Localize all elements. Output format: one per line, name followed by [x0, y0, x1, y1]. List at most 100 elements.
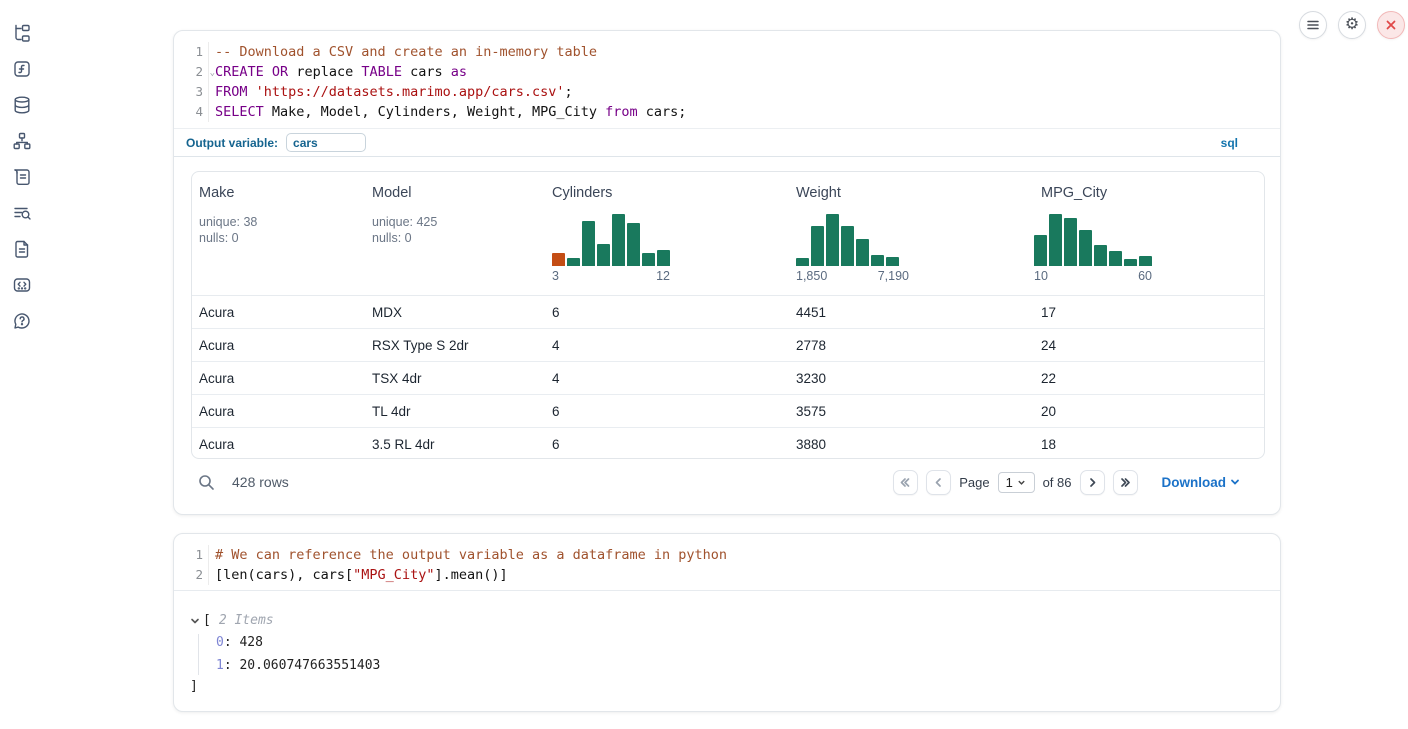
histogram-bar[interactable]: [1109, 251, 1122, 266]
hist-min-label: 10: [1034, 269, 1048, 283]
histogram-bar[interactable]: [567, 258, 580, 266]
last-page-button[interactable]: [1113, 470, 1138, 495]
histogram-bar[interactable]: [657, 250, 670, 266]
code-line[interactable]: 3FROM 'https://datasets.marimo.app/cars.…: [174, 82, 1280, 102]
histogram-bar[interactable]: [627, 223, 640, 266]
table-row[interactable]: AcuraTL 4dr6357520: [192, 395, 1264, 428]
tree-entries: 0: 4281: 20.060747663551403: [190, 632, 1280, 677]
open-bracket: [: [203, 610, 211, 632]
fold-chevron-icon[interactable]: ⌄: [210, 63, 215, 83]
code-line[interactable]: 2⌄CREATE OR replace TABLE cars as: [174, 62, 1280, 82]
gear-icon[interactable]: ⚙: [1338, 11, 1366, 39]
page-select[interactable]: 1: [998, 472, 1035, 493]
database-icon[interactable]: [11, 94, 33, 116]
histogram-bar[interactable]: [826, 214, 839, 266]
output-variable-strip: Output variable: sql: [174, 128, 1280, 157]
histogram-bar[interactable]: [1034, 235, 1047, 266]
histogram-bar[interactable]: [597, 244, 610, 266]
table-footer: 428 rows Page 1 of 86 Download: [191, 463, 1265, 501]
table-cell: 6: [545, 404, 789, 419]
histogram-bar[interactable]: [1064, 218, 1077, 266]
histogram-bar[interactable]: [871, 255, 884, 266]
entry-value: : 20.060747663551403: [224, 658, 381, 673]
histogram-bar[interactable]: [582, 221, 595, 266]
table-row[interactable]: AcuraTSX 4dr4323022: [192, 362, 1264, 395]
row-count: 428 rows: [232, 474, 289, 490]
unique-stat: unique: 425: [372, 214, 541, 230]
download-button[interactable]: Download: [1162, 475, 1241, 490]
table-cell: Acura: [192, 437, 365, 452]
histogram-bar[interactable]: [1094, 245, 1107, 266]
function-square-icon[interactable]: [11, 58, 33, 80]
scroll-icon[interactable]: [11, 166, 33, 188]
histogram-bar[interactable]: [841, 226, 854, 266]
output-variable-label: Output variable:: [186, 136, 278, 150]
histogram-bar[interactable]: [886, 257, 899, 266]
table-cell: 3575: [789, 404, 1034, 419]
file-tree-icon[interactable]: [11, 22, 33, 44]
table-row[interactable]: AcuraMDX6445117: [192, 296, 1264, 329]
histogram-bar[interactable]: [552, 253, 565, 266]
line-number: 4: [174, 102, 208, 122]
output-variable-input[interactable]: [286, 133, 366, 152]
code-text: SELECT Make, Model, Cylinders, Weight, M…: [208, 102, 686, 122]
close-icon[interactable]: [1377, 11, 1405, 39]
table-cell: Acura: [192, 371, 365, 386]
histogram-bar[interactable]: [856, 239, 869, 266]
search-icon[interactable]: [198, 473, 216, 491]
histogram-bar[interactable]: [1049, 214, 1062, 266]
help-icon[interactable]: [11, 310, 33, 332]
chevron-down-icon: [1017, 478, 1026, 487]
list-search-icon[interactable]: [11, 202, 33, 224]
sql-code-editor[interactable]: 1-- Download a CSV and create an in-memo…: [174, 31, 1280, 127]
code-text: # We can reference the output variable a…: [208, 545, 727, 565]
histogram-bar[interactable]: [1139, 256, 1152, 266]
table-cell: 20: [1034, 404, 1264, 419]
column-header-make[interactable]: Make unique: 38 nulls: 0: [192, 172, 365, 295]
histogram-bar[interactable]: [1079, 230, 1092, 266]
document-icon[interactable]: [11, 238, 33, 260]
menu-icon[interactable]: [1299, 11, 1327, 39]
snippets-icon[interactable]: [11, 274, 33, 296]
close-bracket: ]: [190, 677, 1280, 697]
first-page-button[interactable]: [893, 470, 918, 495]
data-table: Make unique: 38 nulls: 0 Model unique: 4…: [191, 171, 1265, 459]
sql-cell: 1-- Download a CSV and create an in-memo…: [173, 30, 1281, 515]
code-line[interactable]: 4SELECT Make, Model, Cylinders, Weight, …: [174, 102, 1280, 122]
python-code-editor[interactable]: 1# We can reference the output variable …: [174, 534, 1280, 591]
histogram-bar[interactable]: [1124, 259, 1137, 266]
tree-guide-line: [198, 634, 199, 675]
hist-max-label: 60: [1138, 269, 1152, 283]
table-cell: 4451: [789, 305, 1034, 320]
table-cell: MDX: [365, 305, 545, 320]
tree-entry: 1: 20.060747663551403: [190, 655, 1280, 678]
left-sidebar: [0, 0, 44, 729]
table-cell: 17: [1034, 305, 1264, 320]
code-line[interactable]: 1-- Download a CSV and create an in-memo…: [174, 42, 1280, 62]
code-line[interactable]: 2[len(cars), cars["MPG_City"].mean()]: [174, 565, 1280, 585]
table-row[interactable]: AcuraRSX Type S 2dr4277824: [192, 329, 1264, 362]
histogram-bar[interactable]: [642, 253, 655, 266]
histogram-bar[interactable]: [796, 258, 809, 266]
table-cell: 4: [545, 338, 789, 353]
previous-page-button[interactable]: [926, 470, 951, 495]
table-cell: TSX 4dr: [365, 371, 545, 386]
dependency-graph-icon[interactable]: [11, 130, 33, 152]
tree-entry: 0: 428: [190, 632, 1280, 655]
table-cell: Acura: [192, 338, 365, 353]
column-header-weight[interactable]: Weight 1,850 7,190: [789, 172, 1034, 295]
code-line[interactable]: 1# We can reference the output variable …: [174, 545, 1280, 565]
entry-value: : 428: [224, 635, 263, 650]
column-header-cylinders[interactable]: Cylinders 3 12: [545, 172, 789, 295]
tree-collapse-icon[interactable]: [190, 616, 202, 626]
nulls-stat: nulls: 0: [372, 230, 541, 246]
table-row[interactable]: Acura3.5 RL 4dr6388018: [192, 428, 1264, 459]
histogram-bar[interactable]: [811, 226, 824, 266]
code-text: CREATE OR replace TABLE cars as: [208, 62, 467, 82]
column-header-mpg-city[interactable]: MPG_City 10 60: [1034, 172, 1264, 295]
line-number: 2: [174, 565, 208, 585]
histogram-bar[interactable]: [612, 214, 625, 266]
weight-histogram: 1,850 7,190: [796, 213, 909, 283]
next-page-button[interactable]: [1080, 470, 1105, 495]
column-header-model[interactable]: Model unique: 425 nulls: 0: [365, 172, 545, 295]
